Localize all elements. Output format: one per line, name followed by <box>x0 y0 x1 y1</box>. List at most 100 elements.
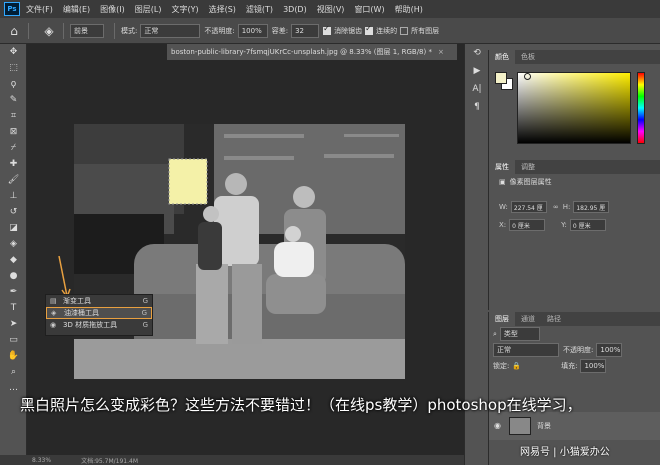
close-icon[interactable]: × <box>438 48 444 56</box>
tab-properties[interactable]: 属性 <box>489 160 515 174</box>
pen-tool-icon[interactable]: ✒ <box>0 284 27 300</box>
actions-play-icon[interactable]: ▶ <box>465 62 489 80</box>
home-icon[interactable]: ⌂ <box>6 23 22 39</box>
type-tool-icon[interactable]: T <box>0 300 27 316</box>
zoom-tool-icon[interactable]: ⌕ <box>0 364 27 380</box>
opacity-input[interactable]: 100% <box>237 23 268 38</box>
blend-mode-select[interactable]: 正常 <box>493 343 559 357</box>
dodge-tool-icon[interactable]: ● <box>0 268 27 284</box>
color-panel-tabs: 颜色 色板 <box>489 50 660 64</box>
paint-bucket-icon[interactable]: ◈ <box>41 23 57 39</box>
document-tab-title: boston-public-library-7fsmqjUKrCc-unspla… <box>171 48 432 56</box>
brush-tool-icon[interactable]: 🖌 <box>0 172 27 188</box>
hand-tool-icon[interactable]: ✋ <box>0 348 27 364</box>
menu-type[interactable]: 文字(Y) <box>171 4 198 15</box>
link-icon[interactable]: ∞ <box>553 203 559 211</box>
fill-source-select[interactable]: 前景 <box>70 23 104 38</box>
tab-channels[interactable]: 通道 <box>515 312 541 326</box>
history-brush-tool-icon[interactable]: ↺ <box>0 204 27 220</box>
contiguous-label: 连续的 <box>376 26 398 35</box>
properties-panel: 属性 调整 ▣ 像素图层属性 W: 227.54 厘 ∞ H: 182.95 厘… <box>488 160 660 310</box>
menu-layer[interactable]: 图层(L) <box>135 4 162 15</box>
mode-select[interactable]: 正常 <box>140 23 201 38</box>
menu-help[interactable]: 帮助(H) <box>395 4 423 15</box>
lock-icon[interactable]: 🔒 <box>512 362 521 370</box>
opacity-label: 不透明度: <box>204 26 235 35</box>
quick-select-tool-icon[interactable]: ✎ <box>0 92 27 108</box>
marquee-tool-icon[interactable]: ⬚ <box>0 60 27 76</box>
flyout-item-label: 渐变工具 <box>63 297 91 305</box>
canvas-image[interactable] <box>74 124 405 379</box>
frame-tool-icon[interactable]: ⊠ <box>0 124 27 140</box>
character-icon[interactable]: A| <box>465 80 489 98</box>
color-picker-handle[interactable] <box>524 73 531 80</box>
rectangle-tool-icon[interactable]: ▭ <box>0 332 27 348</box>
paint-bucket-tool-icon[interactable]: ◈ <box>0 236 27 252</box>
photoshop-logo: Ps <box>4 2 20 16</box>
layer-opacity-input[interactable]: 100% <box>596 343 623 357</box>
menu-window[interactable]: 窗口(W) <box>354 4 384 15</box>
menu-view[interactable]: 视图(V) <box>317 4 345 15</box>
flyout-item-label: 3D 材质拖放工具 <box>63 321 118 329</box>
size-row: W: 227.54 厘 ∞ H: 182.95 厘 <box>489 200 660 214</box>
mode-label: 模式: <box>121 26 138 35</box>
properties-panel-tabs: 属性 调整 <box>489 160 660 174</box>
menu-edit[interactable]: 编辑(E) <box>63 4 90 15</box>
width-input[interactable]: 227.54 厘 <box>510 201 547 213</box>
fill-input[interactable]: 100% <box>580 359 607 373</box>
menu-filter[interactable]: 滤镜(T) <box>246 4 273 15</box>
lasso-tool-icon[interactable]: ϙ <box>0 76 27 92</box>
eye-icon[interactable]: ◉ <box>494 421 501 430</box>
x-input[interactable]: 0 厘米 <box>509 219 546 231</box>
position-row: X: 0 厘米 Y: 0 厘米 <box>489 218 660 232</box>
tab-adjustments[interactable]: 调整 <box>515 160 541 174</box>
menu-select[interactable]: 选择(S) <box>209 4 236 15</box>
eyedropper-tool-icon[interactable]: ⌿ <box>0 140 27 156</box>
all-layers-label: 所有图层 <box>411 26 440 35</box>
tab-layers[interactable]: 图层 <box>489 312 515 326</box>
move-tool-icon[interactable]: ✥ <box>0 44 27 60</box>
contiguous-checkbox[interactable] <box>365 24 374 35</box>
y-label: Y: <box>561 221 567 229</box>
foreground-color-swatch[interactable] <box>495 72 507 84</box>
menu-image[interactable]: 图像(I) <box>100 4 125 15</box>
history-icon[interactable]: ⟲ <box>465 44 489 62</box>
tab-color[interactable]: 颜色 <box>489 50 515 64</box>
x-label: X: <box>499 221 507 229</box>
menu-file[interactable]: 文件(F) <box>26 4 53 15</box>
antialias-label: 消除锯齿 <box>334 26 363 35</box>
flyout-item-gradient[interactable]: ▤ 渐变工具 G <box>46 295 152 307</box>
y-input[interactable]: 0 厘米 <box>569 219 606 231</box>
tolerance-input[interactable]: 32 <box>291 23 320 38</box>
crop-tool-icon[interactable]: ⌗ <box>0 108 27 124</box>
clone-stamp-tool-icon[interactable]: ⊥ <box>0 188 27 204</box>
fill-label: 填充: <box>561 362 578 370</box>
height-input[interactable]: 182.95 厘 <box>573 201 610 213</box>
hue-slider[interactable] <box>637 72 645 144</box>
paragraph-icon[interactable]: ¶ <box>465 98 489 116</box>
saturation-brightness-picker[interactable] <box>517 72 631 144</box>
all-layers-checkbox[interactable] <box>400 26 409 35</box>
flyout-item-paint-bucket[interactable]: ◈ 油漆桶工具 G <box>46 307 152 319</box>
healing-brush-tool-icon[interactable]: ✚ <box>0 156 27 172</box>
watermark: 网易号 | 小猫爱办公 <box>520 447 610 458</box>
blur-tool-icon[interactable]: ◆ <box>0 252 27 268</box>
w-label: W: <box>499 203 508 211</box>
tab-swatches[interactable]: 色板 <box>515 50 541 64</box>
divider <box>28 22 29 39</box>
document-size: 文档:95.7M/191.4M <box>81 457 138 465</box>
lock-label: 锁定: <box>493 362 510 370</box>
options-bar: ⌂ ◈ 前景 模式: 正常 不透明度: 100% 容差: 32 消除锯齿 连续的… <box>0 18 660 44</box>
tab-paths[interactable]: 路径 <box>541 312 567 326</box>
path-select-tool-icon[interactable]: ➤ <box>0 316 27 332</box>
black-and-white-family-photo <box>74 124 405 379</box>
flyout-item-3d-material-drop[interactable]: ◉ 3D 材质拖放工具 G <box>46 319 152 331</box>
menu-3d[interactable]: 3D(D) <box>283 5 307 14</box>
menu-bar: Ps 文件(F) 编辑(E) 图像(I) 图层(L) 文字(Y) 选择(S) 滤… <box>0 0 660 18</box>
divider <box>63 22 64 39</box>
layer-kind-select[interactable]: 类型 <box>499 327 540 341</box>
eraser-tool-icon[interactable]: ◪ <box>0 220 27 236</box>
document-tab[interactable]: boston-public-library-7fsmqjUKrCc-unspla… <box>167 44 457 60</box>
zoom-level[interactable]: 8.33% <box>32 457 51 464</box>
antialias-checkbox[interactable] <box>323 24 332 35</box>
